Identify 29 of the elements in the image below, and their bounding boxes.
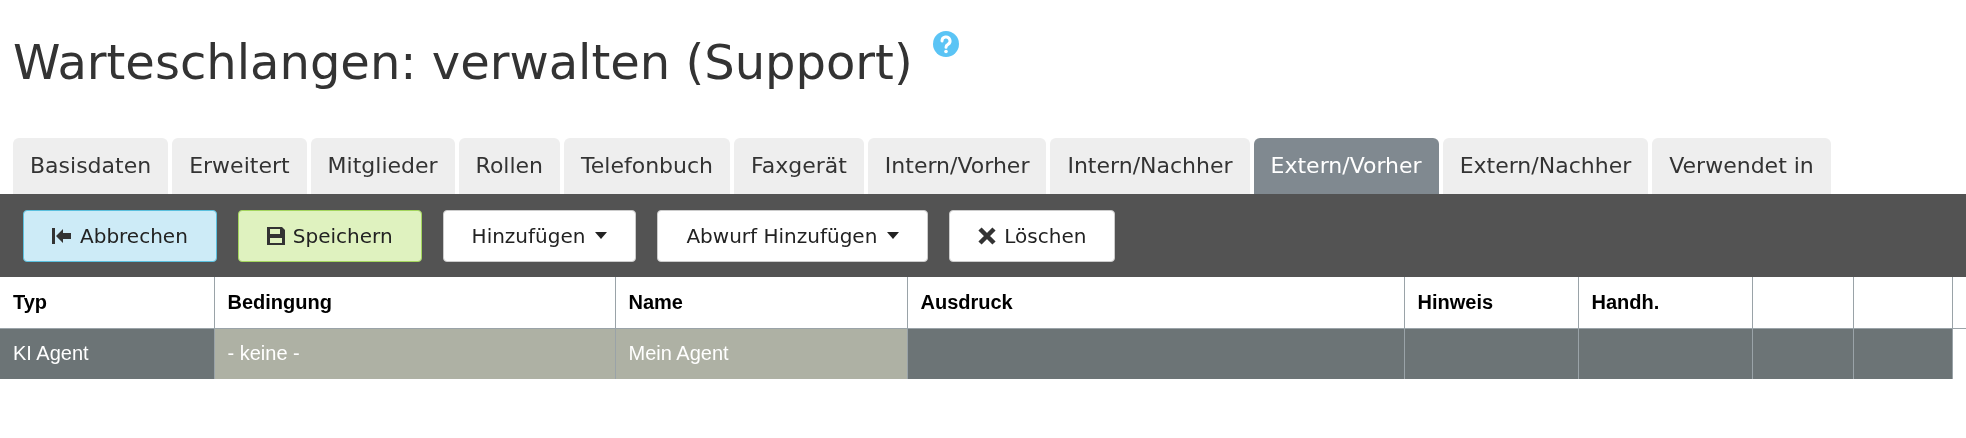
table-cell: KI Agent — [0, 328, 214, 379]
save-button[interactable]: Speichern — [237, 209, 422, 262]
tab[interactable]: Extern/Vorher — [1253, 138, 1439, 194]
tab[interactable]: Intern/Nachher — [1050, 138, 1250, 194]
page-title: Warteschlangen: verwalten (Support) — [13, 34, 913, 90]
add-button[interactable]: Hinzufügen — [442, 209, 637, 262]
tab[interactable]: Extern/Nachher — [1442, 138, 1649, 194]
cancel-button[interactable]: Abbrechen — [23, 209, 217, 262]
table-cell: Mein Agent — [615, 328, 907, 379]
tab[interactable]: Intern/Vorher — [867, 138, 1047, 194]
tab[interactable]: Mitglieder — [310, 138, 455, 194]
help-icon[interactable] — [931, 30, 960, 58]
column-header: Handh. — [1578, 277, 1752, 329]
delete-button[interactable]: Löschen — [949, 209, 1116, 262]
table-cell: - keine - — [214, 328, 615, 379]
tab[interactable]: Verwendet in — [1652, 138, 1831, 194]
tab[interactable]: Telefonbuch — [564, 138, 731, 194]
back-arrow-icon — [52, 226, 72, 245]
column-header: Ausdruck — [907, 277, 1404, 329]
tab[interactable]: Rollen — [458, 138, 561, 194]
close-icon — [978, 226, 997, 245]
add-button[interactable]: Abwurf Hinzufügen — [657, 209, 929, 262]
column-header: Typ — [0, 277, 214, 329]
column-header: Bedingung — [214, 277, 615, 329]
tab[interactable]: Erweitert — [172, 138, 307, 194]
column-header: Name — [615, 277, 907, 329]
tab[interactable]: Faxgerät — [734, 138, 864, 194]
tab[interactable]: Basisdaten — [13, 138, 169, 194]
column-header: Hinweis — [1404, 277, 1578, 329]
